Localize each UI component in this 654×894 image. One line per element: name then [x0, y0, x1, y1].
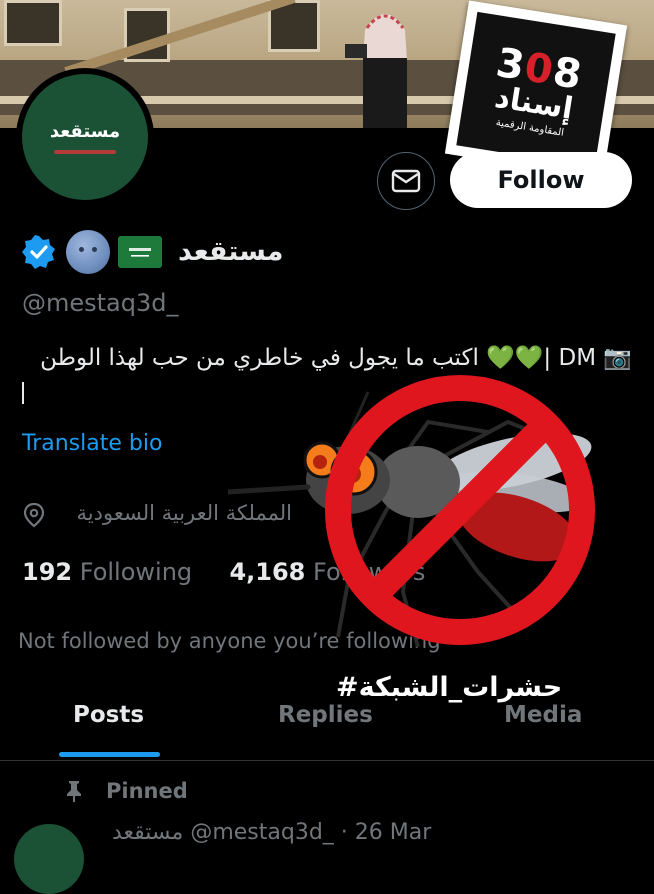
following-label: Following: [79, 558, 193, 586]
location-row: [22, 500, 46, 530]
text-cursor: [22, 382, 24, 404]
follow-button[interactable]: Follow: [450, 152, 632, 208]
verified-badge-icon[interactable]: [22, 235, 56, 269]
following-count: 192: [22, 558, 73, 586]
location-pin-icon: [23, 502, 45, 528]
active-tab-indicator: [59, 752, 160, 757]
moon-face-emoji: [66, 230, 110, 274]
profile-tabs: Posts Replies Media: [0, 690, 654, 760]
pinned-label: Pinned: [106, 779, 188, 803]
avatar-text: مستقعد: [49, 120, 121, 142]
saudi-flag-emoji: [118, 236, 162, 268]
envelope-icon: [391, 169, 421, 193]
tabs-divider: [0, 760, 654, 761]
mosquito-prohibited-sticker: [228, 375, 595, 648]
display-name: مستقعد: [178, 236, 284, 267]
following-link[interactable]: 192 Following: [22, 558, 200, 586]
banner-window: [4, 0, 62, 46]
handle: @mestaq3d_: [22, 289, 179, 317]
tab-posts[interactable]: Posts: [73, 702, 144, 728]
tab-media[interactable]: Media: [504, 702, 582, 728]
avatar-underline: [54, 149, 116, 154]
banner-person: [345, 14, 407, 128]
message-button[interactable]: [377, 152, 435, 210]
avatar-image: مستقعد: [22, 74, 148, 200]
post-header: مستقعد @mestaq3d_ · 26 Mar: [112, 820, 432, 845]
pinned-row: Pinned: [64, 776, 188, 806]
translate-bio-link[interactable]: Translate bio: [22, 431, 162, 456]
tab-replies[interactable]: Replies: [278, 702, 373, 728]
pushpin-icon: [67, 781, 81, 802]
profile-avatar[interactable]: مستقعد: [16, 68, 154, 206]
